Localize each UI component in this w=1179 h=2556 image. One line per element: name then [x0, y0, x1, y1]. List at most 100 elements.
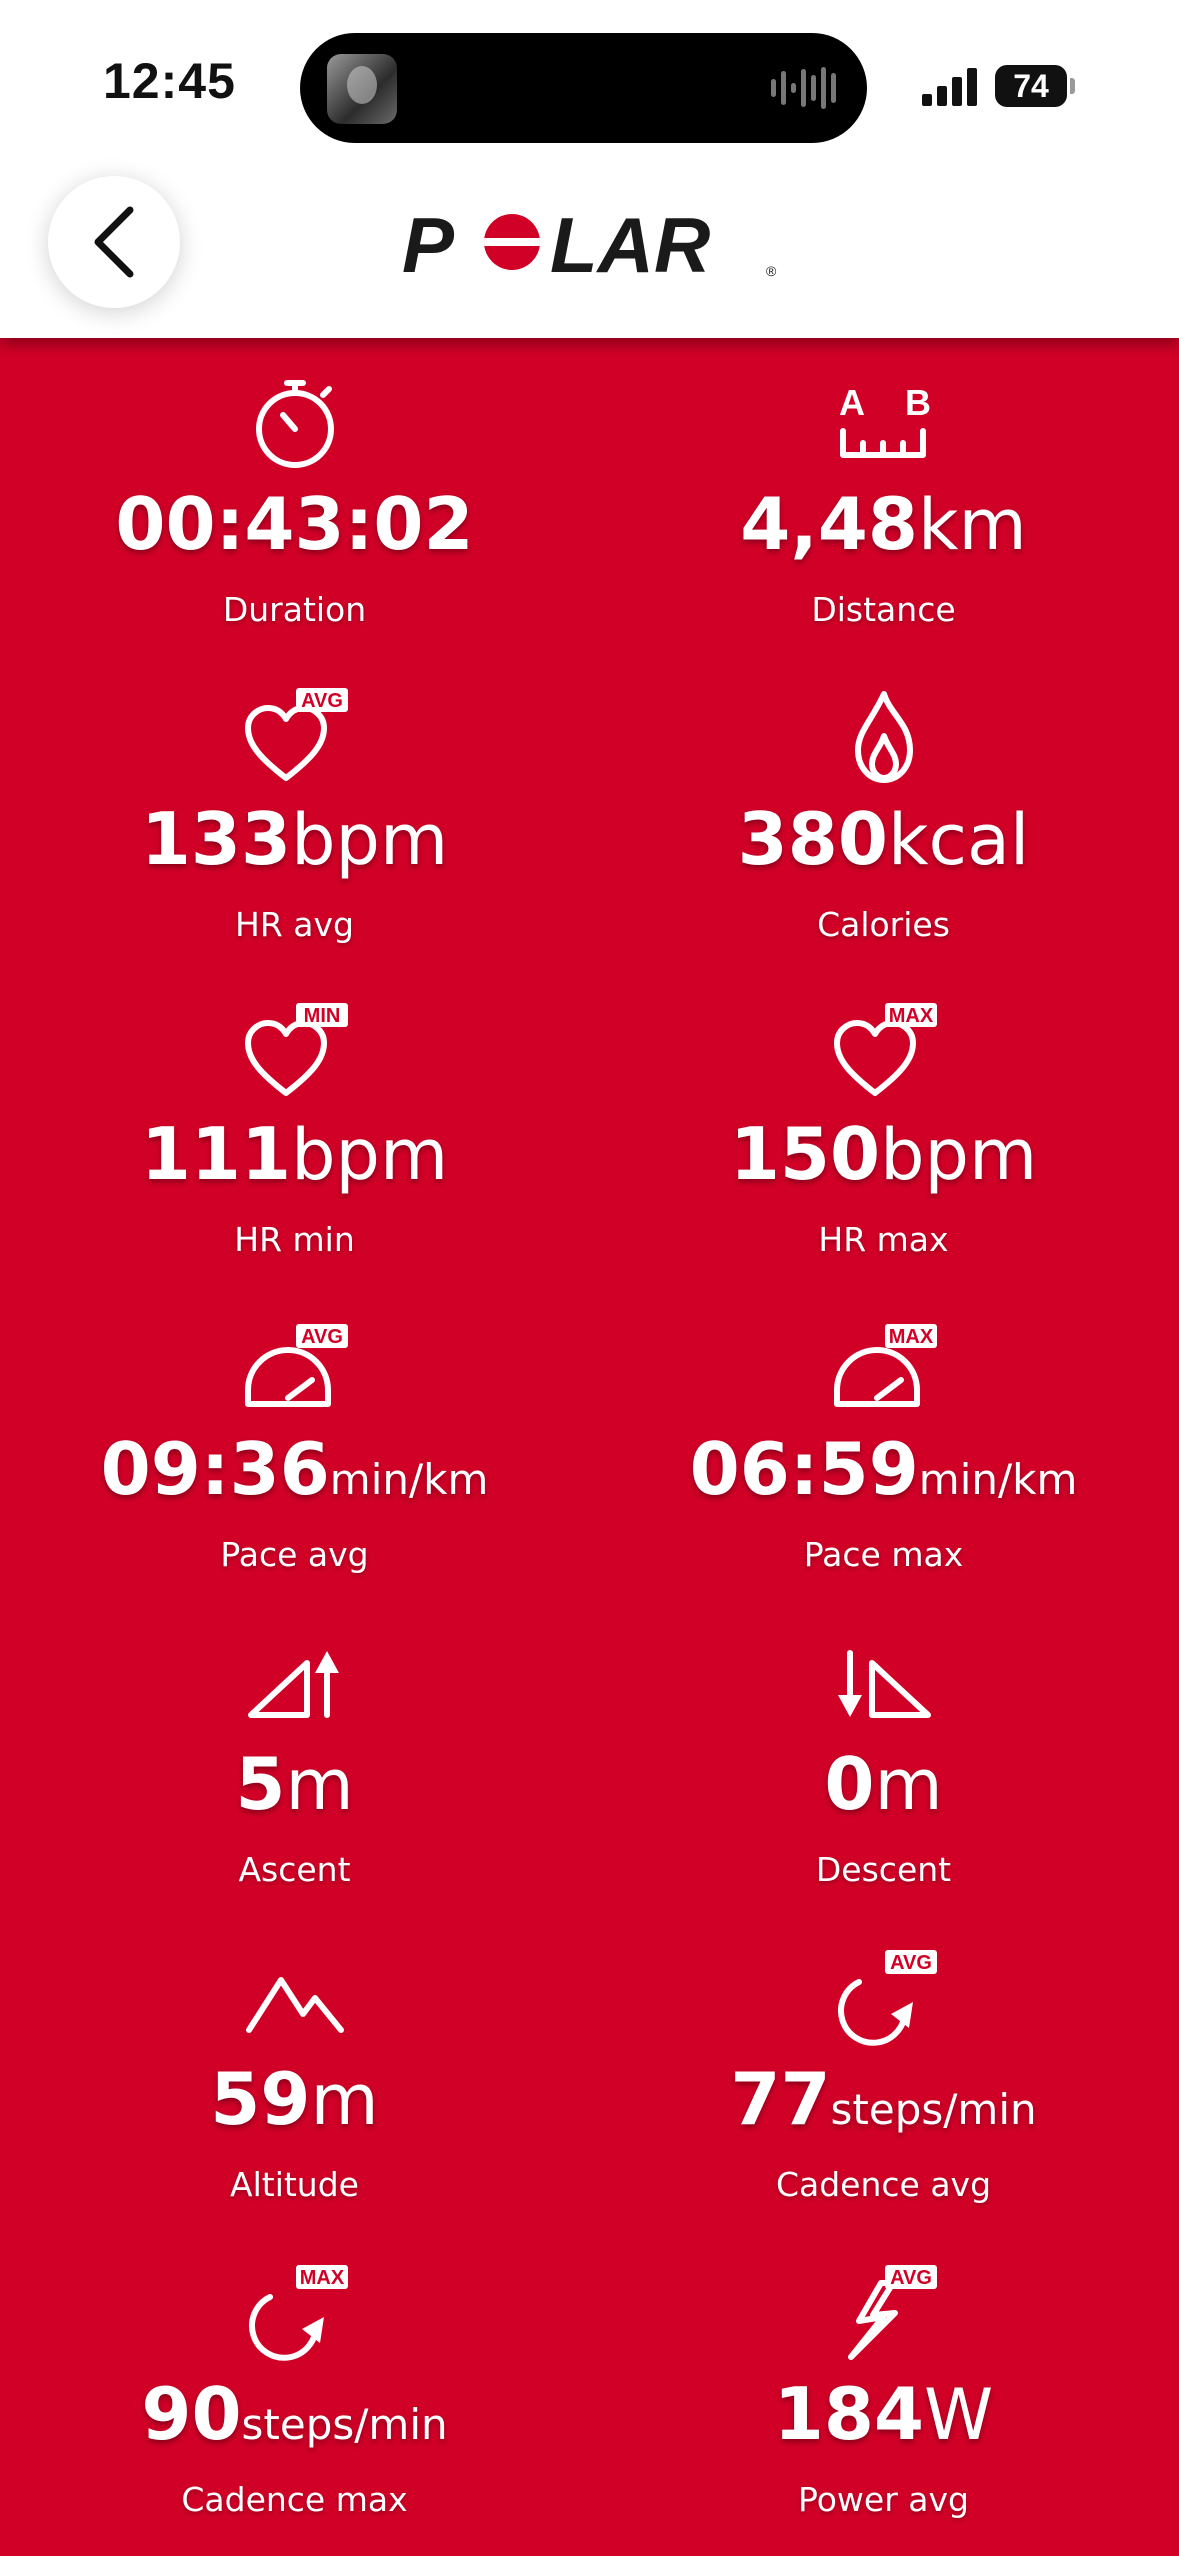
descent-icon	[837, 1650, 931, 1718]
metric-unit: W	[924, 2374, 994, 2456]
svg-text:MAX: MAX	[299, 2267, 344, 2289]
metric-value: 77	[730, 2057, 831, 2141]
metric-label: Duration	[222, 590, 367, 629]
svg-text:A: A	[839, 382, 865, 423]
dynamic-island[interactable]	[300, 33, 867, 143]
metric-icon-wrap: MAX	[589, 998, 1178, 1108]
metric-value: 184	[773, 2372, 925, 2456]
metric-pace-avg: AVG 09:36min/km Pace avg	[0, 1283, 589, 1598]
flame-icon	[854, 691, 913, 783]
brand-letters: P	[402, 201, 455, 289]
svg-text:®: ®	[766, 263, 777, 279]
metric-cadence-max: MAX 90steps/min Cadence max	[0, 2228, 589, 2543]
svg-text:LAR: LAR	[550, 201, 710, 289]
now-playing-artwork	[327, 54, 397, 124]
metric-unit: steps/min	[241, 2400, 448, 2449]
cadence-avg-icon: AVG	[837, 1950, 937, 2046]
metric-unit: km	[917, 484, 1027, 566]
metric-hr-avg: AVG 133bpm HR avg	[0, 653, 589, 968]
heart-avg-icon: AVG	[244, 688, 348, 781]
metric-value: 0	[824, 1742, 875, 1826]
metric-reading: 5m	[0, 1748, 589, 1820]
speedometer-avg-icon: AVG	[244, 1324, 348, 1407]
svg-text:MAX: MAX	[888, 1005, 933, 1027]
metric-value: 380	[737, 797, 888, 881]
metric-pace-max: MAX 06:59min/km Pace max	[589, 1283, 1178, 1598]
metric-reading: 00:43:02	[0, 488, 589, 560]
power-avg-icon: AVG	[847, 2265, 937, 2360]
metric-label: HR min	[234, 1220, 355, 1259]
metric-power-avg: AVG 184W Power avg	[589, 2228, 1178, 2543]
metric-value: 59	[210, 2057, 311, 2141]
metric-icon-wrap	[589, 1628, 1178, 1738]
polar-logo: P LAR ®	[402, 201, 777, 289]
metric-label: Ascent	[238, 1850, 351, 1889]
metric-reading: 90steps/min	[0, 2378, 589, 2450]
metric-reading: 150bpm	[589, 1118, 1178, 1190]
metric-label: HR max	[818, 1220, 949, 1259]
status-time: 12:45	[103, 53, 236, 109]
metric-calories: 380kcal Calories	[589, 653, 1178, 968]
svg-text:B: B	[905, 382, 931, 423]
heart-min-icon: MIN	[244, 1003, 348, 1096]
metric-unit: min/km	[918, 1455, 1078, 1504]
stopwatch-icon	[255, 380, 334, 468]
svg-text:MAX: MAX	[888, 1326, 933, 1348]
svg-text:MIN: MIN	[303, 1005, 340, 1027]
metric-duration: 00:43:02 Duration	[0, 338, 589, 653]
metric-unit: m	[285, 1744, 354, 1826]
metric-value: 00:43:02	[115, 482, 474, 566]
distance-ab-icon: A B	[839, 382, 931, 458]
metric-icon-wrap: AVG	[0, 1313, 589, 1423]
metric-reading: 06:59min/km	[589, 1433, 1178, 1505]
metric-unit: bpm	[291, 1114, 449, 1196]
metric-label: Distance	[811, 590, 956, 629]
metric-altitude: 59m Altitude	[0, 1913, 589, 2228]
metric-reading: 111bpm	[0, 1118, 589, 1190]
metric-unit: steps/min	[830, 2085, 1037, 2134]
metric-unit: bpm	[880, 1114, 1038, 1196]
metric-label: Cadence avg	[775, 2165, 992, 2204]
metric-value: 150	[729, 1112, 881, 1196]
battery-indicator: 74	[995, 65, 1075, 107]
metric-unit: m	[874, 1744, 943, 1826]
top-header: 12:45 74 P LAR ®	[0, 0, 1179, 338]
metric-icon-wrap	[0, 368, 589, 478]
metric-value: 06:59	[689, 1427, 919, 1511]
metric-icon-wrap: MAX	[0, 2258, 589, 2368]
metric-icon-wrap	[589, 683, 1178, 793]
metric-icon-wrap: AVG	[589, 1943, 1178, 2053]
mountain-icon	[245, 1977, 344, 2033]
audio-wave-icon	[771, 67, 836, 109]
metric-descent: 0m Descent	[589, 1598, 1178, 1913]
chevron-left-icon	[94, 206, 134, 278]
svg-text:AVG: AVG	[301, 690, 343, 712]
metric-label: Altitude	[230, 2165, 359, 2204]
metric-icon-wrap	[0, 1628, 589, 1738]
svg-text:AVG: AVG	[890, 2267, 932, 2289]
metric-icon-wrap: MAX	[589, 1313, 1178, 1423]
metric-reading: 77steps/min	[589, 2063, 1178, 2135]
metric-value: 09:36	[100, 1427, 330, 1511]
metric-reading: 380kcal	[589, 803, 1178, 875]
metric-label: Power avg	[798, 2480, 969, 2519]
metric-reading: 133bpm	[0, 803, 589, 875]
metric-reading: 184W	[589, 2378, 1178, 2450]
metric-reading: 4,48km	[589, 488, 1178, 560]
metric-label: Calories	[817, 905, 950, 944]
metric-reading: 59m	[0, 2063, 589, 2135]
back-button[interactable]	[48, 176, 180, 308]
svg-text:AVG: AVG	[890, 1952, 932, 1974]
metric-ascent: 5m Ascent	[0, 1598, 589, 1913]
metric-unit: m	[310, 2059, 379, 2141]
metric-icon-wrap: MIN	[0, 998, 589, 1108]
metric-value: 133	[140, 797, 292, 881]
metric-label: Pace avg	[220, 1535, 369, 1574]
metric-value: 5	[235, 1742, 286, 1826]
metric-distance: A B 4,48km Distance	[589, 338, 1178, 653]
cellular-signal-icon	[922, 68, 977, 106]
metric-hr-max: MAX 150bpm HR max	[589, 968, 1178, 1283]
metric-unit: kcal	[887, 799, 1030, 881]
metric-icon-wrap: A B	[589, 368, 1178, 478]
metric-icon-wrap: AVG	[0, 683, 589, 793]
